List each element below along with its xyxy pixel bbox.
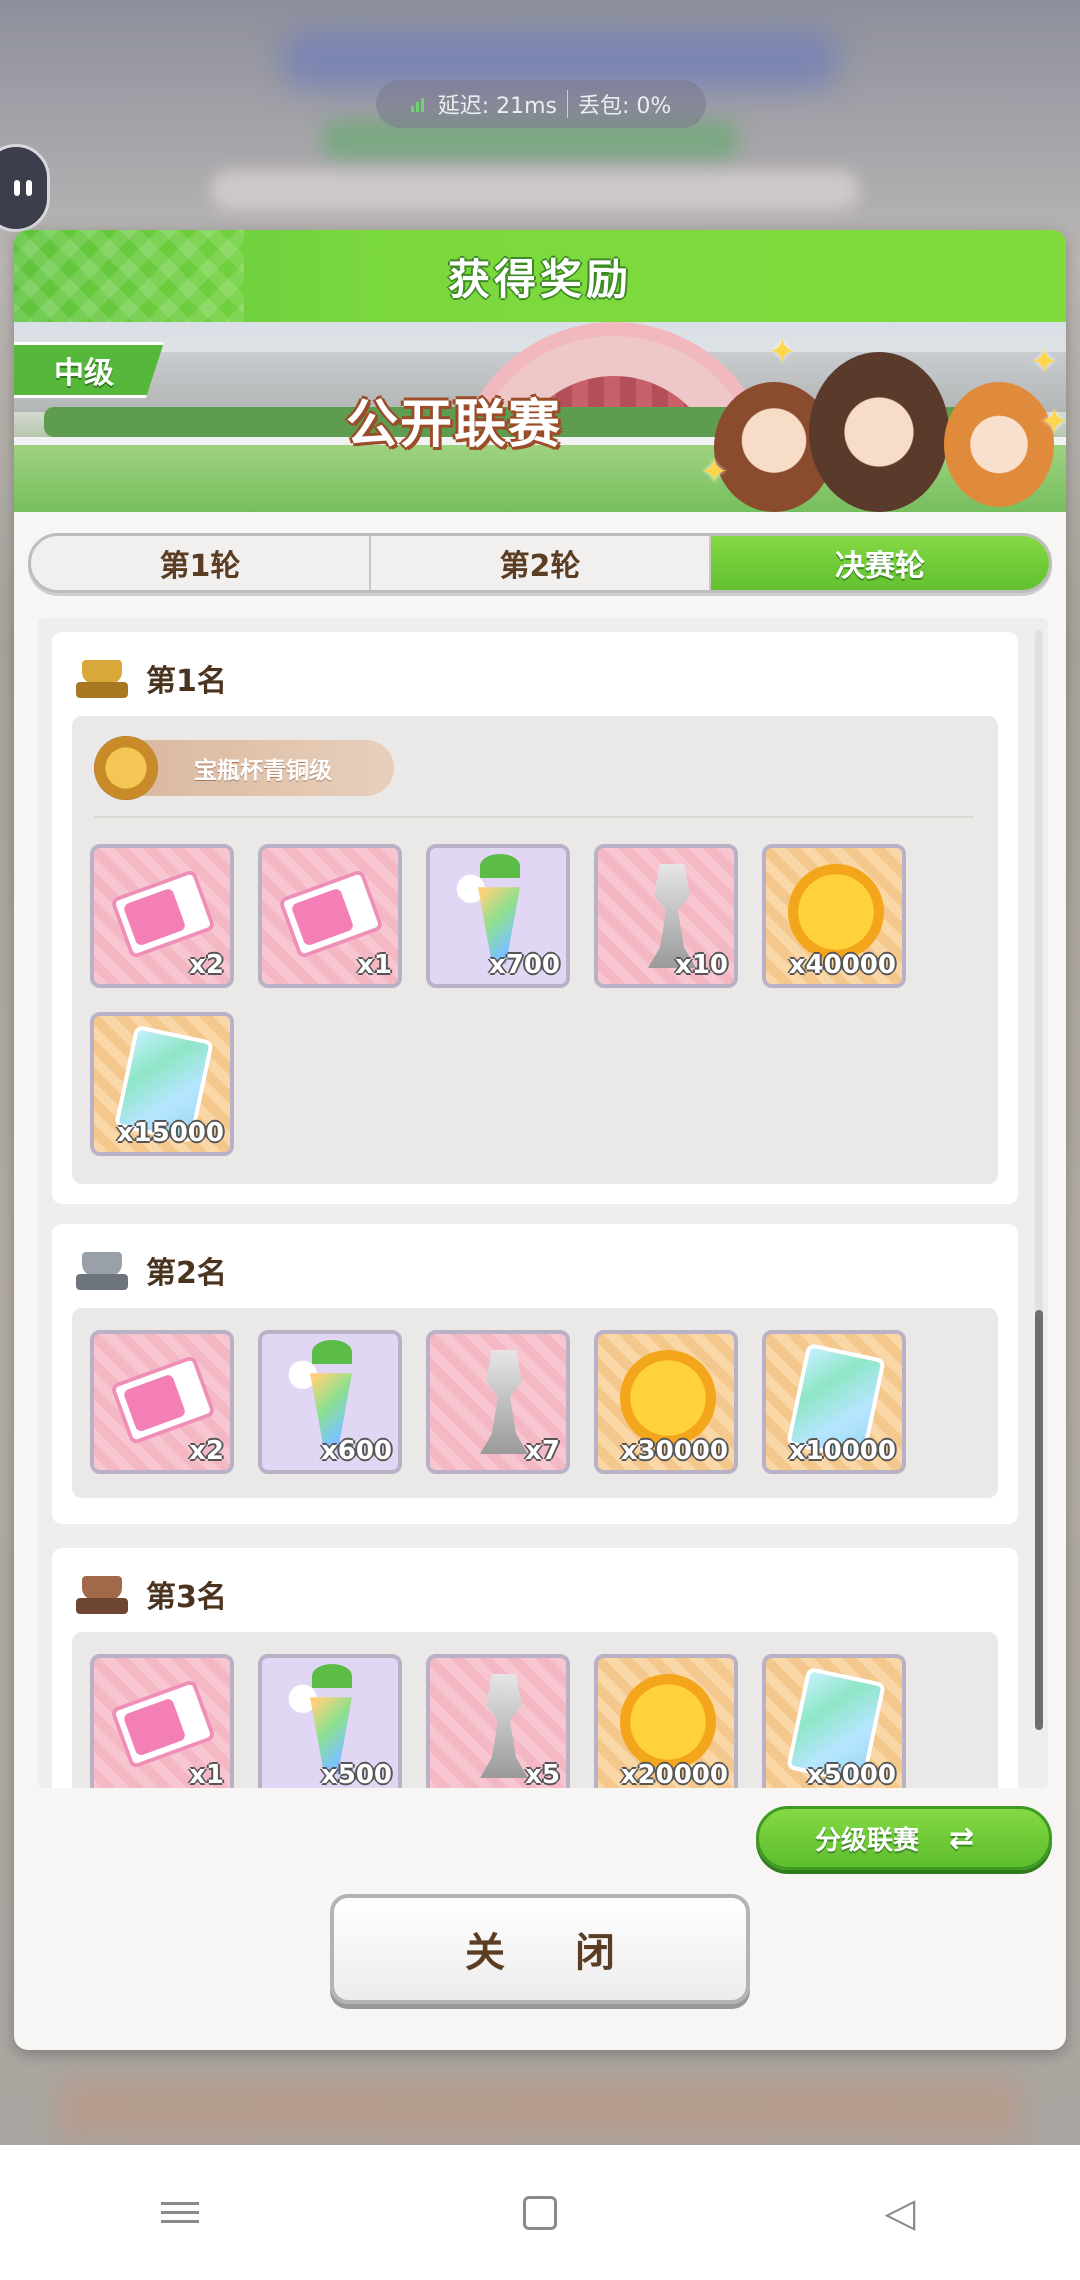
reward-item[interactable]: x30000 (594, 1330, 738, 1474)
packet-loss-text: 丢包: 0% (577, 94, 672, 119)
bronze-trophy-icon (72, 1570, 132, 1618)
gold-trophy-icon (72, 654, 132, 702)
switch-league-label: 分级联赛 (815, 1825, 920, 1856)
dialog-header: 获得奖励 (14, 230, 1066, 322)
item-count: x15000 (116, 1118, 224, 1148)
sparkle-icon: ✦ (768, 332, 797, 372)
network-status: 延迟: 21ms 丢包: 0% (376, 80, 706, 128)
gold-coin-icon (620, 1674, 716, 1770)
reward-item[interactable]: x2 (90, 844, 234, 988)
character-illustration: ✦ ✦ ✦ ✦ (700, 332, 1066, 512)
rank-label: 第3名 (146, 1580, 227, 1615)
menu-icon[interactable] (150, 2183, 210, 2243)
reward-item[interactable]: x600 (258, 1330, 402, 1474)
reward-item[interactable]: x1 (90, 1654, 234, 1788)
tab-final-round[interactable]: 决赛轮 (711, 536, 1049, 590)
item-count: x30000 (620, 1436, 728, 1466)
title-reward-label: 宝瓶杯青铜级 (194, 758, 332, 784)
reward-item[interactable]: x10 (594, 844, 738, 988)
item-count: x10000 (788, 1436, 896, 1466)
reward-item[interactable]: x1 (258, 844, 402, 988)
rank-card-1st: 第1名 宝瓶杯青铜级 x2 x1 x700 x10 x40000 x15000 (52, 632, 1018, 1204)
item-count: x5 (525, 1760, 560, 1788)
reward-item[interactable]: x500 (258, 1654, 402, 1788)
event-banner: 中级 公开联赛 ✦ ✦ ✦ ✦ (14, 322, 1066, 512)
rank-label: 第2名 (146, 1256, 227, 1291)
item-count: x5000 (806, 1760, 896, 1788)
ticket-icon (109, 1678, 217, 1770)
switch-league-button[interactable]: 分级联赛 ⇄ (756, 1806, 1052, 1870)
system-nav-bar: ◁ (0, 2145, 1080, 2280)
reward-item[interactable]: x5 (426, 1654, 570, 1788)
rank-card-2nd: 第2名 x2 x600 x7 x30000 x10000 (52, 1224, 1018, 1524)
item-count: x7 (525, 1436, 560, 1466)
dialog-title: 获得奖励 (447, 254, 632, 304)
item-count: x600 (320, 1436, 392, 1466)
sparkle-icon: ✦ (700, 452, 729, 492)
sparkle-icon: ✦ (1030, 342, 1059, 382)
medal-icon (94, 736, 158, 800)
silver-trophy-icon (72, 1246, 132, 1294)
reward-item[interactable]: x10000 (762, 1330, 906, 1474)
reward-item[interactable]: x5000 (762, 1654, 906, 1788)
level-tag: 中级 (14, 342, 164, 398)
rank-card-3rd: 第3名 x1 x500 x5 x20000 x5000 (52, 1548, 1018, 1788)
reward-item[interactable]: x700 (426, 844, 570, 988)
rewards-list[interactable]: 第1名 宝瓶杯青铜级 x2 x1 x700 x10 x40000 x15000 … (38, 618, 1048, 1788)
back-icon[interactable]: ◁ (870, 2183, 930, 2243)
item-count: x2 (189, 1436, 224, 1466)
ticket-icon (277, 868, 385, 960)
reward-item[interactable]: x2 (90, 1330, 234, 1474)
tab-round-1[interactable]: 第1轮 (31, 536, 371, 590)
item-count: x20000 (620, 1760, 728, 1788)
assistant-icon (14, 180, 32, 196)
item-count: x10 (675, 950, 728, 980)
signal-icon (410, 96, 424, 112)
rank-label: 第1名 (146, 664, 227, 699)
item-count: x1 (357, 950, 392, 980)
swap-icon: ⇄ (949, 1820, 975, 1856)
gold-coin-icon (620, 1350, 716, 1446)
reward-panel: 宝瓶杯青铜级 x2 x1 x700 x10 x40000 x15000 (72, 716, 998, 1184)
floating-assistant-button[interactable] (0, 144, 50, 232)
title-reward-badge[interactable]: 宝瓶杯青铜级 (94, 736, 394, 800)
home-icon[interactable] (510, 2183, 570, 2243)
reward-item[interactable]: x40000 (762, 844, 906, 988)
ticket-icon (109, 1354, 217, 1446)
ticket-icon (109, 868, 217, 960)
reward-panel: x1 x500 x5 x20000 x5000 (72, 1632, 998, 1788)
item-count: x700 (488, 950, 560, 980)
reward-dialog: 获得奖励 中级 公开联赛 ✦ ✦ ✦ ✦ 第1轮 第2轮 决赛轮 第1名 宝瓶杯… (14, 230, 1066, 2050)
reward-item[interactable]: x7 (426, 1330, 570, 1474)
reward-item[interactable]: x20000 (594, 1654, 738, 1788)
latency-text: 延迟: 21ms (437, 94, 557, 119)
event-name: 公开联赛 (346, 395, 563, 455)
item-count: x40000 (788, 950, 896, 980)
item-count: x2 (189, 950, 224, 980)
tab-round-2[interactable]: 第2轮 (371, 536, 711, 590)
sparkle-icon: ✦ (1040, 402, 1066, 442)
gold-coin-icon (788, 864, 884, 960)
item-count: x500 (320, 1760, 392, 1788)
reward-item[interactable]: x15000 (90, 1012, 234, 1156)
reward-panel: x2 x600 x7 x30000 x10000 (72, 1308, 998, 1498)
close-button[interactable]: 关 闭 (330, 1894, 750, 2004)
scrollbar-thumb[interactable] (1035, 1310, 1043, 1730)
round-tabs: 第1轮 第2轮 决赛轮 (28, 533, 1052, 593)
item-count: x1 (189, 1760, 224, 1788)
